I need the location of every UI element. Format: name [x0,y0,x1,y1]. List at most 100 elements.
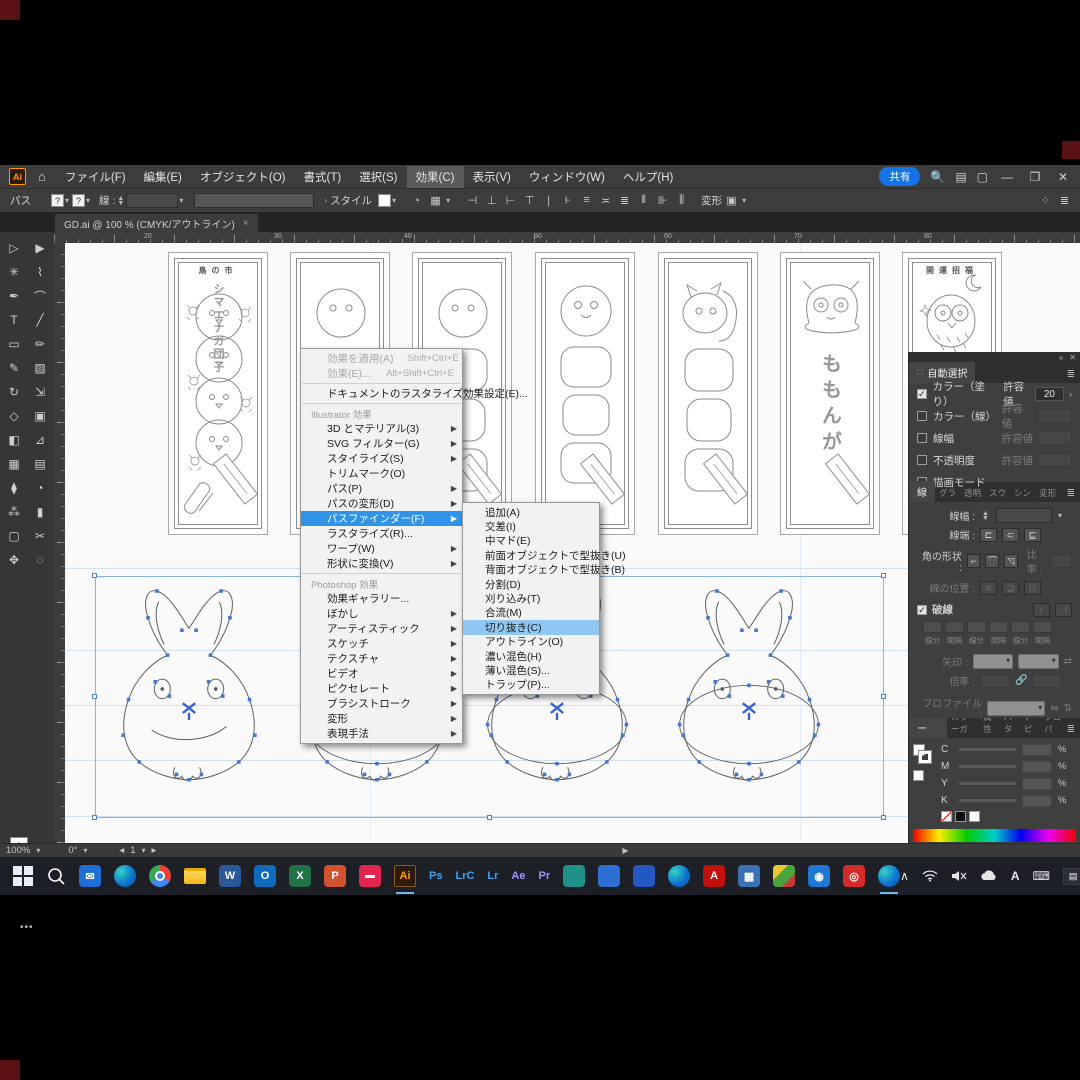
taskbar-file-explorer[interactable] [184,863,206,889]
menubar-item-S[interactable]: 選択(S) [350,166,406,188]
pathfinder-item-10[interactable]: 濃い混色(H) [463,649,599,663]
stroke-chevron-icon[interactable]: ▾ [86,196,90,205]
symbol-sprayer-tool[interactable]: ⁂ [1,500,27,524]
stroke-weight-combo[interactable] [126,193,178,208]
toolbar-more-icon[interactable]: ••• [20,922,34,933]
white-swatch[interactable] [969,811,980,822]
color-spectrum-bar[interactable] [913,829,1076,842]
align-icon-11[interactable]: ⫼ [672,194,691,207]
tab-変形[interactable]: 変形 [1035,484,1060,502]
channel-value-field[interactable] [1022,761,1052,773]
pathfinder-item-11[interactable]: 薄い混色(S)... [463,663,599,677]
align-icon-0[interactable]: ⊣ [463,194,482,207]
taskbar-search[interactable] [46,863,66,889]
join-miter-button[interactable]: ⌐ [967,554,981,568]
effect-menu-item-21[interactable]: スケッチ▶ [301,636,462,651]
effect-menu-item-8[interactable]: スタイライズ(S)▶ [301,451,462,466]
pathfinder-item-8[interactable]: 切り抜き(C) [463,620,599,634]
taskbar-notes-app[interactable] [563,863,585,889]
effect-menu-item-20[interactable]: アーティスティック▶ [301,621,462,636]
taskbar-swirl-app-2[interactable] [878,863,900,889]
effect-menu-item-19[interactable]: ぼかし▶ [301,606,462,621]
bbox-handle-5[interactable] [92,815,97,820]
menubar-item-E[interactable]: 編集(E) [135,166,191,188]
taskbar-outlook[interactable]: O [254,863,276,889]
tab-シン[interactable]: シン [1010,484,1035,502]
minimize-button[interactable]: — [998,170,1016,184]
taskbar-illustrator[interactable]: Ai [394,863,416,889]
effect-menu-item-24[interactable]: ピクセレート▶ [301,681,462,696]
artboard-6[interactable]: ももんが [780,252,880,535]
docs-icon[interactable]: ▤ [955,170,966,184]
stroke-width-combo[interactable] [996,508,1052,523]
hidden-icons-chevron[interactable]: ∧ [900,869,909,883]
pathfinder-item-4[interactable]: 背面オブジェクトで型抜き(B) [463,563,599,577]
taskbar-lightroom-classic[interactable]: LrC [455,863,474,889]
width-tool[interactable]: ◇ [1,404,27,428]
effect-menu-item-6[interactable]: 3D とマテリアル(3)▶ [301,421,462,436]
bbox-handle-6[interactable] [487,815,492,820]
horizontal-ruler[interactable]: 20304050607080 [54,232,1080,243]
flip-along-icon[interactable]: ⇋ [1050,703,1058,714]
tolerance-chevron-icon[interactable]: › [1069,389,1072,399]
onedrive-icon[interactable] [980,870,998,882]
effect-menu-item-22[interactable]: テクスチャ▶ [301,651,462,666]
panel-menu-icon[interactable]: ≣ [1055,194,1074,207]
taskbar-premiere[interactable]: Pr [538,863,550,889]
blend-tool[interactable]: ◔ [27,476,53,500]
dash-preserve-icon[interactable]: ⊦ [1033,603,1050,617]
slice-tool[interactable]: ✂ [27,524,53,548]
pencil-tool[interactable]: ✎ [1,356,27,380]
taskbar-blue-app-2[interactable] [633,863,655,889]
pathfinder-item-0[interactable]: 追加(A) [463,505,599,519]
lasso-tool[interactable]: ⌇ [27,260,53,284]
menubar-item-T[interactable]: 書式(T) [295,166,351,188]
artboard-1[interactable]: 鳥の市シマエナガ団子 [168,252,268,535]
taskbar-excel[interactable]: X [289,863,311,889]
opacity-icon[interactable]: ◔ [407,195,426,207]
tab-スウ[interactable]: スウ [985,484,1010,502]
menubar-item-V[interactable]: 表示(V) [464,166,520,188]
taskbar-photoshop[interactable]: Ps [429,863,442,889]
rotation-value[interactable]: 0° [68,845,77,856]
last-color-swatch[interactable] [913,770,924,781]
channel-slider[interactable] [959,765,1016,768]
panel-menu-icon[interactable]: ≣ [1067,488,1080,502]
align-outside-button[interactable]: ⊓ [1024,581,1041,595]
taskbar-powerpoint[interactable]: P [324,863,346,889]
artboard-number[interactable]: 1 [130,845,135,856]
taskbar-parrot-app[interactable] [773,863,795,889]
panel-menu-icon[interactable]: ≣ [1067,724,1080,738]
align-icon-5[interactable]: ⊦ [558,194,577,207]
line-segment-tool[interactable]: ╱ [27,308,53,332]
swap-arrowheads-icon[interactable]: ⇄ [1064,656,1072,667]
ime-indicator[interactable]: A [1011,869,1020,883]
effect-menu-item-14[interactable]: ワープ(W)▶ [301,541,462,556]
effect-menu-item-11[interactable]: パスの変形(D)▶ [301,496,462,511]
join-round-button[interactable]: ⌒ [985,554,999,568]
taskbar-word[interactable]: W [219,863,241,889]
menubar-item-W[interactable]: ウィンドウ(W) [520,166,614,188]
pathfinder-item-7[interactable]: 合流(M) [463,606,599,620]
align-icon-9[interactable]: ⫴ [634,194,653,207]
taskbar-blue-app-1[interactable] [598,863,620,889]
share-button[interactable]: 共有 [879,167,920,186]
taskbar-red-pin-app[interactable]: ◎ [843,863,865,889]
notification-badge[interactable]: ▤13 [1063,868,1080,885]
checkbox-2[interactable] [917,433,927,443]
stroke-swatch[interactable]: ? [72,194,85,207]
panel-close-icon[interactable]: ✕ [1069,353,1076,362]
effect-menu-item-15[interactable]: 形状に変換(V)▶ [301,556,462,571]
cap-butt-button[interactable]: ⊏ [980,528,997,542]
transform-icon[interactable]: ▣ [722,194,741,207]
taskbar-acrobat[interactable]: A [703,863,725,889]
effect-menu-item-26[interactable]: 変形▶ [301,711,462,726]
mesh-tool[interactable]: ▦ [1,452,27,476]
tolerance-value[interactable]: 20 [1035,387,1064,401]
tab-透明[interactable]: 透明 [960,484,985,502]
effect-menu-item-9[interactable]: トリムマーク(O) [301,466,462,481]
dash-align-icon[interactable]: ⊣ [1055,603,1072,617]
style-swatch[interactable] [378,194,391,207]
checkbox-1[interactable] [917,411,927,421]
align-icon-10[interactable]: ⊪ [653,194,672,207]
